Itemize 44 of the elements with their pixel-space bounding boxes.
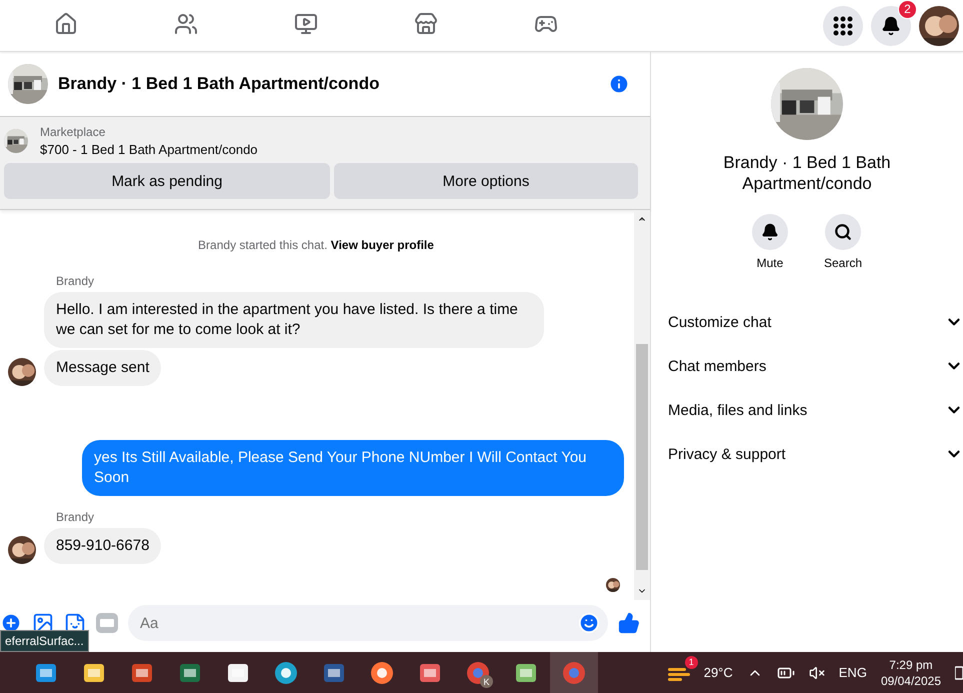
message-bubble: Hello. I am interested in the apartment you have listed. Is there a time we can set for me to come look at it?: [44, 292, 544, 348]
search-icon: [834, 223, 852, 241]
listing-source: Marketplace: [40, 125, 106, 139]
info-icon[interactable]: [608, 73, 630, 95]
message-field[interactable]: Aa: [128, 605, 608, 641]
browser-icon: [274, 660, 298, 684]
listing-title: $700 - 1 Bed 1 Bath Apartment/condo: [40, 142, 258, 157]
message-bubble: 859-910-6678: [44, 528, 162, 564]
taskbar-app[interactable]: K: [454, 652, 502, 693]
grid-icon: [833, 16, 853, 36]
browser-icon: [562, 660, 586, 684]
browser-icon: [370, 660, 394, 684]
listing-action-button[interactable]: More options: [334, 163, 638, 199]
temperature: 29°C: [704, 665, 733, 680]
notification-count: 2: [898, 0, 917, 18]
bell-icon: [881, 16, 901, 36]
message-bubble: yes Its Still Available, Please Send Your Phone NUmber I Will Contact You Soon: [82, 440, 624, 496]
section-toggle[interactable]: Privacy & support: [651, 432, 963, 476]
clock[interactable]: 7:29 pm 09/04/2025: [880, 656, 941, 688]
video-icon: [294, 12, 318, 36]
message-bubble: Message sent: [44, 350, 162, 386]
section-toggle[interactable]: Customize chat: [651, 300, 963, 344]
speaker-icon[interactable]: [808, 664, 825, 680]
section-toggle[interactable]: Chat members: [651, 344, 963, 388]
language-indicator[interactable]: ENG: [838, 665, 867, 680]
listing-action-button[interactable]: Mark as pending: [4, 163, 330, 199]
bell-icon: [760, 223, 779, 241]
weather-badge: 1: [684, 656, 698, 668]
sender-name: Brandy: [56, 510, 96, 524]
system-note: Brandy started this chat.: [198, 238, 328, 252]
chat-title: Brandy · 1 Bed 1 Bath Apartment/condo: [58, 74, 380, 94]
sender-name: Brandy: [56, 274, 96, 288]
notifications-button[interactable]: [871, 6, 911, 46]
people-icon: [174, 12, 198, 36]
conversation-title: Brandy · 1 Bed 1 Bath Apartment/condo: [722, 152, 892, 194]
section-toggle[interactable]: Media, files and links: [651, 388, 963, 432]
home-icon: [54, 12, 78, 36]
profile-badge: K: [480, 675, 493, 688]
menu-button[interactable]: [823, 6, 863, 46]
tooltip: eferralSurfac...: [0, 630, 89, 652]
like-icon[interactable]: [618, 612, 640, 634]
account-button[interactable]: [919, 6, 959, 46]
scrollbar-thumb[interactable]: [636, 344, 648, 570]
buyer-profile-link[interactable]: View buyer profile: [330, 238, 434, 252]
